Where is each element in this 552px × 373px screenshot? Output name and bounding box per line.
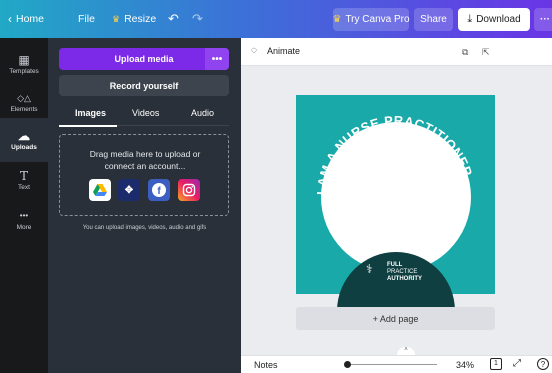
upload-more-label: ••• [211,53,223,65]
more-dots-icon: ••• [19,210,29,220]
share-button[interactable]: Share [414,8,453,31]
chevron-up-icon[interactable]: ˄ [397,347,415,355]
templates-icon: ▦ [18,52,30,67]
download-button[interactable]: ⤓ Download [458,8,530,31]
rail-label: Text [18,183,30,191]
download-icon: ⤓ [467,13,473,25]
download-label: Download [476,14,521,25]
instagram-icon[interactable] [178,179,200,201]
tab-videos[interactable]: Videos [132,108,159,118]
upload-media-button[interactable]: Upload media [59,48,229,70]
rail-item-more[interactable]: ••• More [0,198,48,242]
rail-label: Elements [10,105,38,113]
more-options-button[interactable]: ··· [534,8,552,31]
add-page-icon[interactable]: ⇱ [482,47,490,58]
try-pro-label: Try Canva Pro [345,14,410,25]
google-drive-icon[interactable] [89,179,111,201]
duplicate-page-icon[interactable]: ⧉ [462,47,468,58]
badge-line-3: AUTHORITY [387,276,422,282]
rail-label: More [16,223,32,231]
animate-toolbar: ◌ Animate [241,38,552,66]
dropzone-text: Drag media here to upload or connect an … [60,148,230,172]
rail-label: Templates [9,67,39,75]
tab-audio[interactable]: Audio [191,108,214,118]
upload-options-button[interactable]: ••• [205,48,229,70]
resize-label: Resize [124,13,157,25]
badge-line-2: PRACTICE [387,269,418,275]
dropbox-icon[interactable]: ✥ [118,179,140,201]
resize-button[interactable]: ♛ Resize [112,0,156,38]
rail-label: Uploads [11,143,37,151]
undo-icon: ↶ [168,11,179,26]
notes-button[interactable]: Notes [254,360,278,370]
add-page-label: + Add page [372,313,419,324]
badge-text: FULL PRACTICE AUTHORITY [387,262,422,283]
record-label: Record yourself [109,80,179,91]
help-icon[interactable]: ? [537,358,549,370]
rail-item-uploads[interactable]: ☁ Uploads [0,118,48,162]
home-button[interactable]: ‹ Home [8,0,44,38]
badge-line-1: FULL [387,262,403,268]
upload-dropzone[interactable]: Drag media here to upload or connect an … [59,134,229,216]
left-rail: ▦ Templates ◇△ Elements ☁ Uploads T Text… [0,38,48,373]
tab-images[interactable]: Images [75,108,106,118]
rail-item-text[interactable]: T Text [0,158,48,202]
file-label: File [78,13,95,25]
nurse-figure-icon: ⚕ [366,262,373,276]
undo-button[interactable]: ↶ [168,0,179,38]
animate-button[interactable]: Animate [267,46,300,56]
uploads-panel: Upload media ••• Record yourself Images … [48,38,241,373]
page-count-button[interactable]: 1 [490,358,502,370]
elements-icon: ◇△ [17,92,31,103]
animate-icon[interactable]: ◌ [251,45,257,56]
curved-title-text: I AM A NURSE PRACTITIONER [314,113,475,195]
drop-line-2: connect an account... [104,161,186,171]
zoom-level: 34% [456,360,475,370]
redo-icon: ↷ [192,11,203,26]
facebook-icon[interactable]: f [148,179,170,201]
try-pro-button[interactable]: ♛ Try Canva Pro [332,8,410,31]
share-label: Share [420,14,447,25]
svg-text:I AM A NURSE PRACTITIONER: I AM A NURSE PRACTITIONER [314,113,475,195]
chevron-left-icon: ‹ [8,12,12,26]
bottom-bar: Notes 34% 1 ⤢ ? [241,355,552,373]
upload-hint: You can upload images, videos, audio and… [82,225,207,231]
zoom-slider-handle[interactable] [343,361,351,368]
home-label: Home [16,13,45,25]
media-tabs: Images Videos Audio [59,104,229,127]
zoom-slider-track[interactable] [345,364,437,365]
record-yourself-button[interactable]: Record yourself [59,75,229,96]
file-menu[interactable]: File [78,0,95,38]
crown-icon: ♛ [332,14,342,25]
drop-line-1: Drag media here to upload or [89,149,201,159]
redo-button[interactable]: ↷ [192,0,203,38]
top-bar: ‹ Home File ♛ Resize ↶ ↷ ♛ Try Canva Pro… [0,0,552,38]
fullscreen-icon[interactable]: ⤢ [513,358,521,369]
add-page-button[interactable]: + Add page [296,307,495,330]
upload-media-label: Upload media [114,54,174,64]
cloud-upload-icon: ☁ [18,128,30,143]
text-icon: T [19,168,28,183]
crown-icon: ♛ [112,13,121,24]
active-tab-indicator [59,125,117,127]
more-label: ··· [540,14,550,25]
